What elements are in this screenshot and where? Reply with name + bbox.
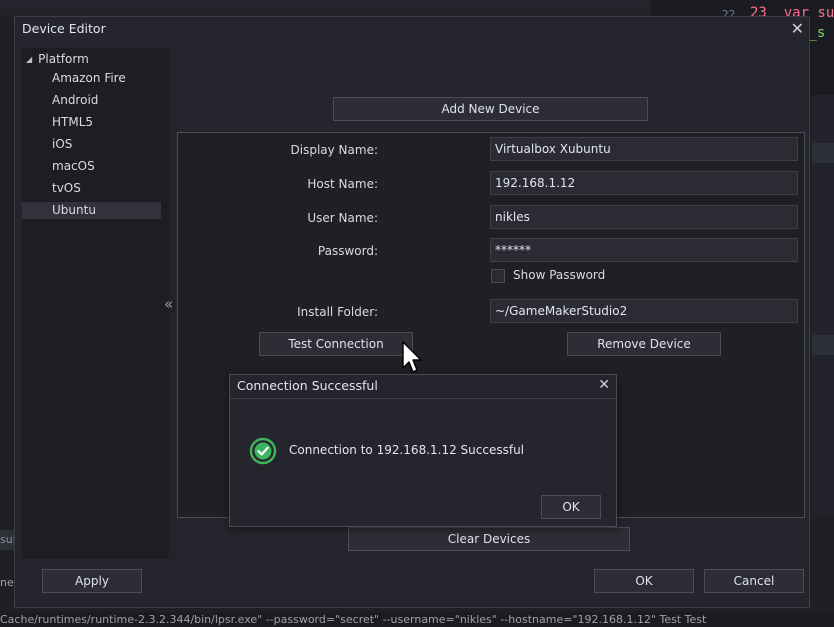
tree-item-tvos[interactable]: tvOS — [22, 180, 161, 197]
show-password-label: Show Password — [513, 268, 606, 282]
host-name-label: Host Name: — [307, 177, 378, 191]
close-icon[interactable]: ✕ — [598, 377, 610, 393]
host-name-input[interactable]: 192.168.1.12 — [490, 171, 798, 195]
ok-label: OK — [635, 574, 653, 588]
add-new-device-button[interactable]: Add New Device — [333, 97, 648, 121]
background-left-text: ner — [0, 576, 14, 589]
tree-item-amazon-fire[interactable]: Amazon Fire — [22, 70, 161, 87]
tree-item-android[interactable]: Android — [22, 92, 161, 109]
remove-device-label: Remove Device — [597, 337, 691, 351]
background-right-row — [812, 335, 834, 355]
install-folder-input[interactable]: ~/GameMakerStudio2 — [490, 299, 798, 323]
add-new-device-label: Add New Device — [441, 102, 540, 116]
background-right-row — [812, 143, 834, 163]
platform-tree: ◢ Platform Amazon Fire Android HTML5 iOS … — [22, 48, 176, 559]
connection-successful-dialog: Connection Successful ✕ Connection to 19… — [229, 374, 617, 527]
cancel-button[interactable]: Cancel — [704, 569, 804, 593]
test-connection-button[interactable]: Test Connection — [259, 332, 413, 356]
popup-ok-label: OK — [562, 500, 580, 514]
install-folder-label: Install Folder: — [297, 305, 378, 319]
expand-arrow-icon[interactable]: ◢ — [26, 51, 32, 69]
password-label: Password: — [317, 244, 378, 258]
apply-button[interactable]: Apply — [42, 569, 142, 593]
background-left-field: sul — [0, 530, 14, 550]
display-name-label: Display Name: — [290, 143, 379, 157]
user-name-label: User Name: — [307, 211, 378, 225]
tree-item-ios[interactable]: iOS — [22, 136, 161, 153]
cancel-label: Cancel — [733, 574, 775, 588]
tree-item-html5[interactable]: HTML5 — [22, 114, 161, 131]
close-icon[interactable]: ✕ — [791, 19, 804, 38]
ok-button[interactable]: OK — [594, 569, 694, 593]
popup-divider — [230, 398, 616, 399]
test-connection-label: Test Connection — [288, 337, 384, 351]
background-output-line: Cache/runtimes/runtime-2.3.2.344/bin/lps… — [0, 612, 834, 627]
display-name-input[interactable]: Virtualbox Xubuntu — [490, 137, 798, 161]
tree-root-platform[interactable]: ◢ Platform — [26, 50, 89, 68]
popup-message: Connection to 192.168.1.12 Successful — [289, 443, 525, 457]
dialog-title: Device Editor — [22, 21, 106, 36]
tree-item-macos[interactable]: macOS — [22, 158, 161, 175]
apply-label: Apply — [75, 574, 109, 588]
check-circle-icon — [249, 437, 277, 465]
tree-item-ubuntu[interactable]: Ubuntu — [22, 202, 161, 219]
clear-devices-label: Clear Devices — [447, 532, 531, 546]
password-input[interactable]: ****** — [490, 238, 798, 262]
popup-ok-button[interactable]: OK — [541, 495, 601, 519]
clear-devices-button[interactable]: Clear Devices — [348, 527, 630, 551]
mouse-pointer-icon — [402, 341, 422, 373]
collapse-panel-icon[interactable]: « — [164, 295, 173, 313]
show-password-checkbox[interactable] — [491, 269, 505, 283]
tree-root-label: Platform — [38, 52, 89, 66]
remove-device-button[interactable]: Remove Device — [567, 332, 721, 356]
popup-title: Connection Successful — [237, 378, 378, 393]
user-name-input[interactable]: nikles — [490, 205, 798, 229]
